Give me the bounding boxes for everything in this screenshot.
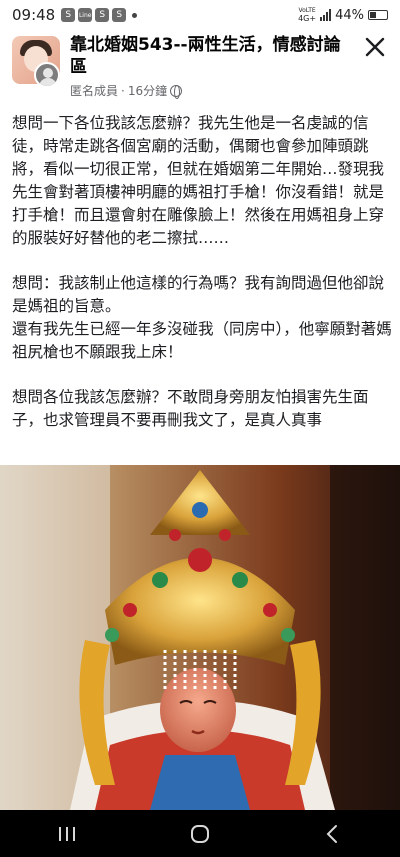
recent-apps-button[interactable] <box>47 819 87 849</box>
network-type-label: 4G+ <box>298 14 317 23</box>
post-header: 靠北婚姻543--兩性生活，情感討論區 匿名成員 · 16分鐘 <box>0 30 400 102</box>
system-navigation-bar <box>0 810 400 857</box>
mazu-statue-image <box>0 465 400 810</box>
status-indicators: VoLTE 4G+ 44% <box>298 7 388 23</box>
post-paragraph: 想問一下各位我該怎麼辦？我先生他是一名虔誠的信徒，時常走跳各個宮廟的活動，偶爾也… <box>12 114 385 247</box>
post-meta: 匿名成員 · 16分鐘 <box>70 82 183 99</box>
network-indicator: VoLTE 4G+ <box>298 7 316 23</box>
notification-app-icon: S <box>112 8 127 22</box>
back-button[interactable] <box>313 819 353 849</box>
close-button[interactable] <box>360 32 390 62</box>
status-bar: 09:48 S Line S S VoLTE 4G+ 44% <box>0 0 400 30</box>
post-paragraph: 想問：我該制止他這樣的行為嗎？我有詢問過但他卻說是媽祖的旨意。 <box>12 274 385 315</box>
close-icon <box>365 37 385 57</box>
notification-app-icon: S <box>61 8 76 22</box>
battery-percent: 44% <box>335 7 364 23</box>
post-paragraph: 還有我先生已經一年多沒碰我（同房中），他寧願對著媽祖尻槍也不願跟我上床！ <box>12 320 392 361</box>
home-icon <box>190 824 209 843</box>
battery-icon <box>368 10 388 20</box>
recent-apps-icon <box>58 826 75 841</box>
meta-separator: · <box>121 83 125 98</box>
author-name[interactable]: 匿名成員 <box>70 82 118 99</box>
home-button[interactable] <box>180 819 220 849</box>
more-notifications-icon <box>132 12 138 18</box>
status-app-icons: S Line S S <box>61 8 138 22</box>
post-paragraph: 想問各位我該怎麼辦？不敢問身旁朋友怕損害先生面子，也求管理員不要再刪我文了，是真… <box>12 388 369 429</box>
post-time[interactable]: 16分鐘 <box>128 82 167 99</box>
anonymous-member-avatar[interactable] <box>34 62 60 88</box>
globe-icon <box>170 84 183 99</box>
back-icon <box>326 824 338 843</box>
line-app-icon: Line <box>78 8 93 22</box>
group-name-link[interactable]: 靠北婚姻543--兩性生活，情感討論區 <box>70 34 350 78</box>
signal-icon <box>320 9 332 21</box>
status-time: 09:48 <box>12 6 56 24</box>
notification-app-icon: S <box>95 8 110 22</box>
post-image[interactable] <box>0 465 400 810</box>
post-text: 想問一下各位我該怎麼辦？我先生他是一名虔誠的信徒，時常走跳各個宮廟的活動，偶爾也… <box>12 112 392 454</box>
